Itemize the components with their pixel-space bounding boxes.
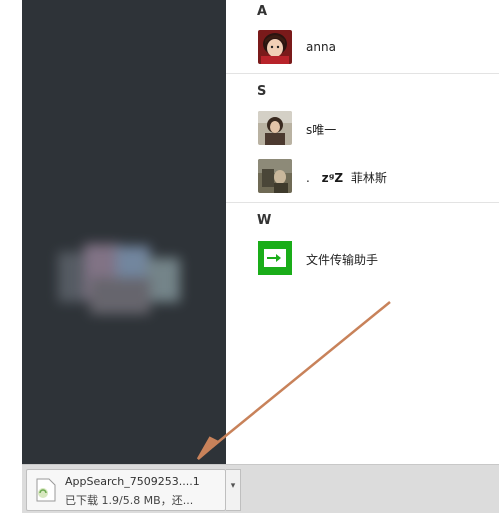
s-avatar [258, 111, 292, 145]
chevron-down-icon[interactable]: ▾ [226, 469, 241, 511]
contact-name-anna: anna [306, 40, 336, 54]
name-prefix: . [306, 171, 310, 185]
zzz-emoji: zᶢZ [321, 171, 344, 185]
contact-list[interactable]: A anna S s唯一 . zᶢZ 菲林斯 W 文件传输助手 [226, 0, 499, 464]
contact-row-anna[interactable]: anna [226, 30, 499, 70]
blurred-avatar-image [58, 238, 182, 320]
file-transfer-avatar [258, 241, 292, 275]
contact-name-feilinsi: . zᶢZ 菲林斯 [306, 169, 387, 186]
chat-pane [22, 0, 226, 464]
feilinsi-avatar [258, 159, 292, 193]
contact-name-file-transfer: 文件传输助手 [306, 253, 379, 267]
download-file-name: AppSearch_7509253....1 [65, 475, 200, 488]
file-icon [35, 478, 57, 502]
download-shelf: AppSearch_7509253....1 已下载 1.9/5.8 MB，还.… [22, 464, 499, 513]
section-header-w: W [257, 213, 272, 228]
contact-row-feilinsi[interactable]: . zᶢZ 菲林斯 [226, 159, 499, 199]
section-divider [226, 202, 499, 203]
section-divider [226, 73, 499, 74]
name-text: 菲林斯 [350, 171, 387, 185]
section-header-s: S [257, 84, 267, 99]
download-item[interactable]: AppSearch_7509253....1 已下载 1.9/5.8 MB，还.… [26, 469, 226, 511]
contact-name-s: s唯一 [306, 123, 337, 137]
contact-row-s[interactable]: s唯一 [226, 111, 499, 151]
anna-avatar [258, 30, 292, 64]
page-margin [0, 0, 22, 512]
contact-row-file-transfer[interactable]: 文件传输助手 [226, 241, 499, 281]
download-status: 已下载 1.9/5.8 MB，还... [65, 494, 194, 507]
section-header-a: A [257, 4, 268, 19]
